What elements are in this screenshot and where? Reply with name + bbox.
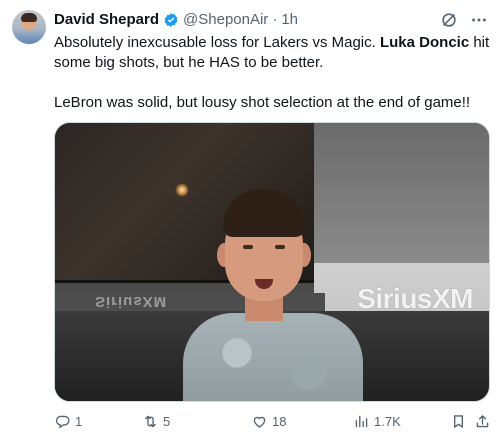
share-icon: [476, 415, 489, 428]
author-handle[interactable]: @SheponAir: [183, 11, 268, 29]
author-name[interactable]: David Shepard: [54, 11, 159, 29]
separator-dot: ·: [272, 11, 278, 28]
views-count: 1.7K: [374, 414, 401, 429]
shirt: [183, 313, 363, 401]
repost-icon: [145, 415, 156, 428]
avatar[interactable]: [12, 10, 46, 44]
tweet-text: Absolutely inexcusable loss for Lakers v…: [54, 33, 490, 113]
tweet-text-bold: Luka Doncic: [379, 34, 470, 51]
tweet-paragraph-1: Absolutely inexcusable loss for Lakers v…: [54, 33, 490, 73]
hair: [223, 189, 305, 237]
tweet-card: David Shepard @SheponAir · 1h Absolutely…: [0, 0, 500, 440]
speaker-figure: [173, 183, 373, 401]
tweet-text-part: Absolutely inexcusable loss for Lakers v…: [54, 34, 380, 51]
views-button[interactable]: 1.7K: [353, 413, 401, 430]
verified-badge-icon: [163, 12, 179, 28]
bookmark-button[interactable]: [450, 413, 467, 430]
desk-logo-text: SiriusXM: [95, 293, 168, 310]
video-thumbnail[interactable]: SiriusXM SiriusXM: [54, 122, 490, 402]
more-icon[interactable]: [470, 11, 488, 29]
tweet-paragraph-2: LeBron was solid, but lousy shot selecti…: [54, 94, 471, 111]
bookmark-icon: [453, 415, 464, 428]
tweet-header: David Shepard @SheponAir · 1h: [54, 11, 298, 29]
eye: [243, 245, 253, 249]
heart-icon: [253, 416, 266, 428]
repost-button[interactable]: 5: [142, 413, 170, 430]
reply-count: 1: [75, 414, 83, 429]
like-button[interactable]: 18: [251, 413, 286, 430]
repost-count: 5: [163, 414, 171, 429]
top-actions: [440, 11, 488, 29]
share-button[interactable]: [474, 413, 491, 430]
eye: [275, 245, 285, 249]
like-count: 18: [272, 414, 287, 429]
views-icon: [355, 415, 368, 428]
timestamp[interactable]: 1h: [281, 11, 298, 29]
reply-button[interactable]: 1: [54, 413, 82, 430]
reply-icon: [55, 415, 70, 429]
action-bar: 1 5 18 1.7K: [54, 413, 490, 433]
grok-icon[interactable]: [440, 11, 458, 29]
